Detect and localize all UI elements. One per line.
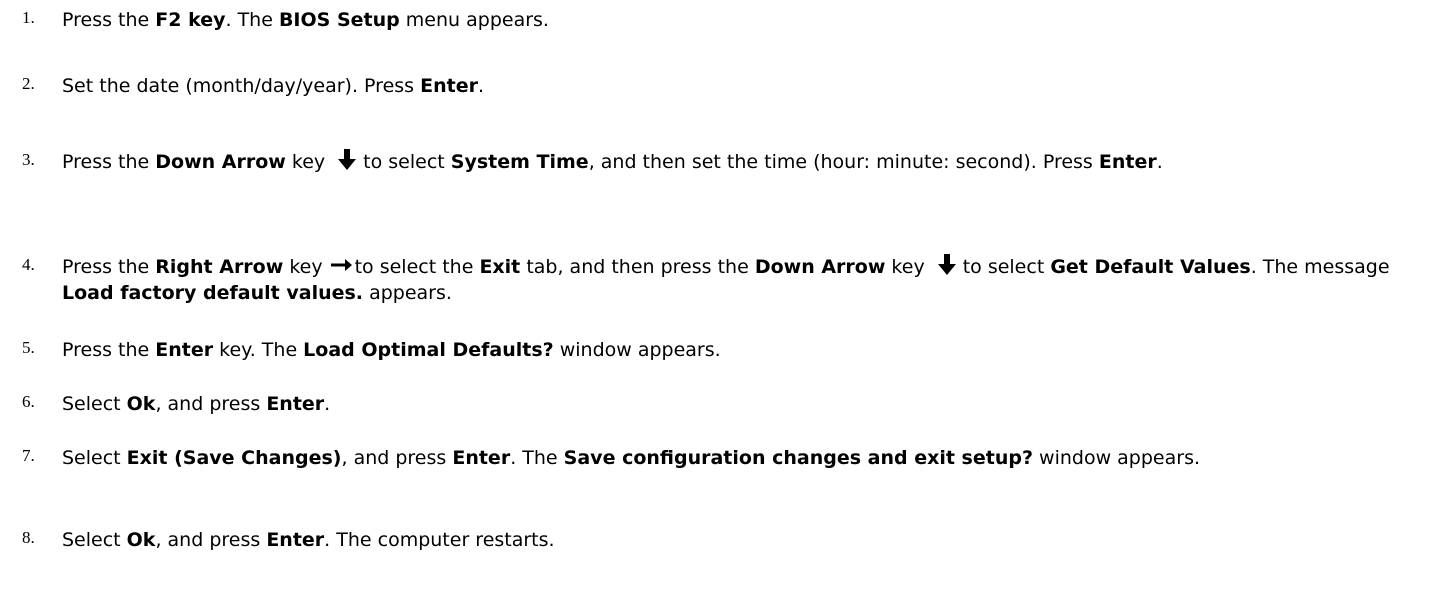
step-text: Press the Enter key. The Load Optimal De… bbox=[62, 337, 1422, 363]
key-name: Enter bbox=[266, 393, 325, 415]
text-segment: to select bbox=[363, 151, 451, 173]
text-segment: Select bbox=[62, 393, 127, 415]
step-number: 6. bbox=[22, 392, 35, 411]
option-name: Get Default Values bbox=[1050, 256, 1251, 278]
text-segment: Select bbox=[62, 447, 127, 469]
text-segment: . The computer restarts. bbox=[324, 529, 555, 551]
option-name: System Time bbox=[450, 151, 589, 173]
text-segment: . bbox=[324, 393, 331, 415]
step-number: 1. bbox=[22, 8, 35, 27]
window-name: Load Optimal Defaults? bbox=[303, 339, 554, 361]
step-number: 7. bbox=[22, 446, 35, 465]
key-name: Down Arrow bbox=[155, 151, 286, 173]
step-text: Press the Right Arrow key to select the E… bbox=[62, 253, 1422, 306]
text-segment: . The bbox=[225, 9, 279, 31]
window-name: Save configuration changes and exit setu… bbox=[563, 447, 1033, 469]
step-number: 5. bbox=[22, 338, 35, 357]
text-segment: . bbox=[1156, 151, 1163, 173]
step-text: Set the date (month/day/year). Press Ent… bbox=[62, 73, 1422, 99]
text-segment: Select bbox=[62, 529, 127, 551]
text-segment: Press the bbox=[62, 9, 156, 31]
text-segment: , and press bbox=[155, 393, 267, 415]
tab-name: Exit bbox=[479, 256, 521, 278]
step-number: 4. bbox=[22, 255, 35, 274]
text-segment: Press the bbox=[62, 151, 156, 173]
text-segment: Press the bbox=[62, 256, 156, 278]
key-name: Enter bbox=[452, 447, 511, 469]
step-number: 3. bbox=[22, 150, 35, 169]
menu-name: BIOS Setup bbox=[278, 9, 400, 31]
option-name: Ok bbox=[126, 529, 156, 551]
key-name: Enter bbox=[1098, 151, 1157, 173]
text-segment: Press the bbox=[62, 339, 156, 361]
step-text: Select Ok, and press Enter. bbox=[62, 391, 1422, 417]
step-text: Press the F2 key. The BIOS Setup menu ap… bbox=[62, 7, 1422, 33]
text-segment: Set the date (month/day/year). Press bbox=[62, 75, 421, 97]
down-arrow-icon bbox=[337, 148, 357, 171]
text-segment: key bbox=[283, 256, 323, 278]
text-segment: key bbox=[285, 151, 326, 173]
step-text: Select Ok, and press Enter. The computer… bbox=[62, 527, 1422, 553]
step-number: 2. bbox=[22, 74, 35, 93]
text-segment: window appears. bbox=[553, 339, 721, 361]
text-segment: appears. bbox=[363, 282, 452, 304]
text-segment: , and press bbox=[155, 529, 267, 551]
text-segment: window appears. bbox=[1033, 447, 1201, 469]
text-segment: key bbox=[885, 256, 925, 278]
step-text: Press the Down Arrow key to select System… bbox=[62, 148, 1422, 175]
step-text: Select Exit (Save Changes), and press En… bbox=[62, 445, 1422, 471]
key-name: Enter bbox=[420, 75, 478, 97]
text-segment: . bbox=[477, 75, 485, 97]
text-segment: to select the bbox=[354, 256, 480, 278]
text-segment: , and then set the time (hour: minute: s… bbox=[588, 151, 1099, 173]
text-segment: . The bbox=[510, 447, 564, 469]
key-name: Enter bbox=[155, 339, 214, 361]
down-arrow-icon bbox=[937, 253, 957, 276]
message-text: Load factory default values. bbox=[62, 282, 364, 304]
key-name: Enter bbox=[266, 529, 325, 551]
text-segment: key. The bbox=[213, 339, 304, 361]
key-name: Down Arrow bbox=[754, 256, 886, 278]
key-name: Right Arrow bbox=[155, 256, 284, 278]
option-name: Ok bbox=[126, 393, 156, 415]
text-segment: to select bbox=[962, 256, 1051, 278]
right-arrow-icon bbox=[330, 258, 353, 272]
key-name: F2 key bbox=[155, 9, 226, 31]
text-segment: tab, and then press the bbox=[520, 256, 755, 278]
text-segment: menu appears. bbox=[399, 9, 549, 31]
text-segment: . The message bbox=[1250, 256, 1390, 278]
option-name: Exit (Save Changes) bbox=[126, 447, 342, 469]
text-segment: , and press bbox=[341, 447, 453, 469]
step-number: 8. bbox=[22, 528, 35, 547]
